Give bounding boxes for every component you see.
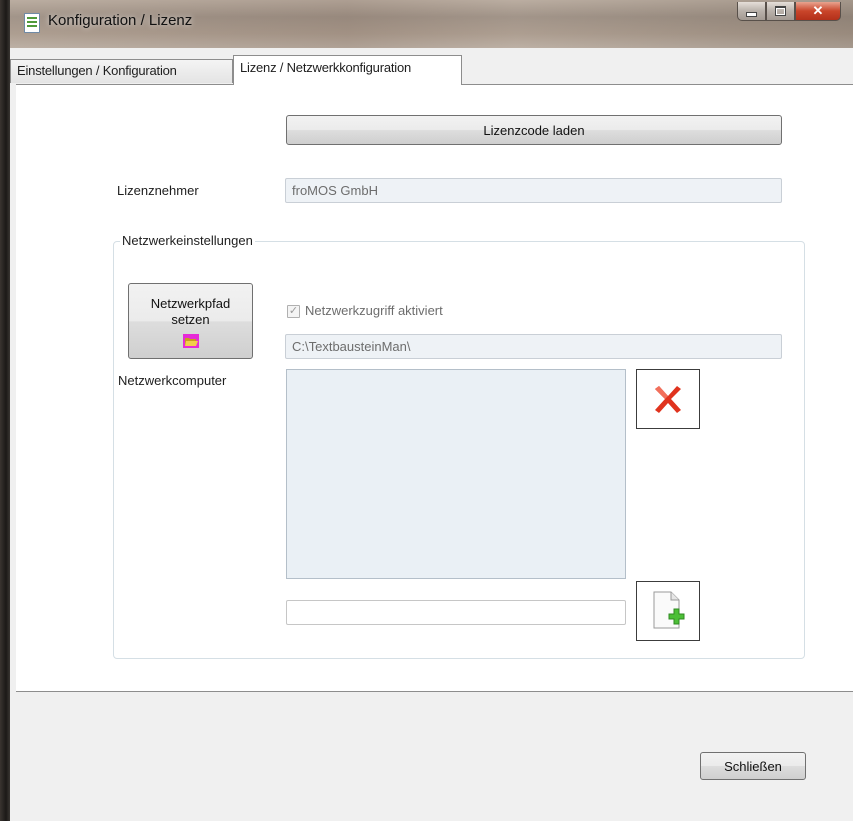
document-plus-icon [653,591,685,629]
window-title: Konfiguration / Lizenz [48,12,193,29]
licensee-field[interactable]: froMOS GmbH [285,178,782,203]
add-computer-button[interactable] [636,581,700,641]
network-access-checkbox[interactable]: ✓ [287,305,300,318]
title-bar[interactable]: Konfiguration / Lizenz ✕ [10,0,853,48]
new-computer-input[interactable] [286,600,626,625]
tab-page-lizenz: Lizenzcode laden Lizenznehmer froMOS Gmb… [16,84,853,692]
window-controls: ✕ [737,2,841,21]
dialog-window: Konfiguration / Lizenz ✕ Einstellungen /… [10,0,853,821]
close-button[interactable]: Schließen [700,752,806,780]
maximize-button[interactable] [766,2,795,21]
tab-strip: Einstellungen / Konfiguration Lizenz / N… [10,48,853,85]
licensee-label: Lizenznehmer [117,183,199,198]
network-path-field[interactable]: C:\TextbausteinMan\ [285,334,782,359]
network-settings-title: Netzwerkeinstellungen [120,233,255,248]
dialog-footer: Schließen [10,692,853,821]
close-window-button[interactable]: ✕ [795,2,841,21]
set-path-label-line1: Netzwerkpfad [150,296,231,311]
network-computers-list[interactable] [286,369,626,579]
minimize-button[interactable] [737,2,766,21]
folder-icon [182,334,199,348]
tab-lizenz-netzwerk[interactable]: Lizenz / Netzwerkkonfiguration [233,55,462,85]
set-network-path-button[interactable]: Netzwerkpfad setzen [128,283,253,359]
network-access-label: Netzwerkzugriff aktiviert [305,303,443,318]
app-document-icon [24,13,40,33]
network-computers-label: Netzwerkcomputer [118,373,227,388]
set-path-label-line2: setzen [171,312,210,327]
maximize-icon [775,6,786,16]
minimize-icon [746,12,757,17]
close-icon: ✕ [812,3,824,18]
red-x-icon [655,386,681,413]
tab-einstellungen[interactable]: Einstellungen / Konfiguration [10,59,233,83]
remove-computer-button[interactable] [636,369,700,429]
load-license-button[interactable]: Lizenzcode laden [286,115,782,145]
